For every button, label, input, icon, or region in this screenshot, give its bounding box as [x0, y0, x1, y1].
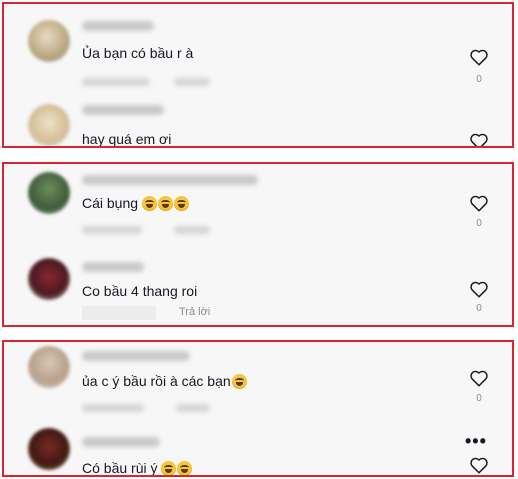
comment-text: Co bầu 4 thang roi [82, 283, 198, 299]
comment-text: Có bầu rùi ý [82, 459, 193, 475]
avatar[interactable] [28, 346, 70, 388]
like-count: 0 [476, 393, 482, 404]
avatar[interactable] [28, 172, 70, 214]
comment-item: Ủa bạn có bầu r à 0 [4, 12, 512, 92]
heart-outline-icon[interactable] [469, 456, 489, 474]
reply-button[interactable] [176, 404, 210, 412]
heart-outline-icon[interactable] [469, 194, 489, 212]
comment-text: ủa c ý bầu rồi à các bạn [82, 372, 247, 390]
avatar[interactable] [28, 104, 70, 146]
comment-date [82, 78, 150, 86]
comment-date [82, 226, 142, 234]
like-count: 0 [476, 218, 482, 229]
grinning-sweat-emoji [177, 461, 193, 475]
comment-item: ủa c ý bầu rồi à các bạn 0 [4, 342, 512, 422]
comment-text: Ủa bạn có bầu r à [82, 45, 194, 61]
comment-item: Cái bụng 0 [4, 166, 512, 246]
like-count: 0 [476, 303, 482, 314]
heart-outline-icon[interactable] [469, 132, 489, 148]
heart-outline-icon[interactable] [469, 280, 489, 298]
grinning-sweat-emoji [161, 461, 177, 475]
avatar[interactable] [28, 428, 70, 470]
username[interactable] [82, 351, 190, 361]
avatar[interactable] [28, 20, 70, 62]
username[interactable] [82, 262, 144, 272]
grinning-sweat-emoji [158, 196, 174, 211]
grinning-sweat-emoji [174, 196, 190, 211]
comment-text: hay quá em ơi [82, 131, 172, 147]
comment-group-1: Ủa bạn có bầu r à 0 hay quá em ơi [2, 2, 514, 148]
username[interactable] [82, 175, 258, 185]
comment-item: Có bầu rùi ý ••• [4, 422, 512, 475]
username[interactable] [82, 21, 154, 31]
grinning-sweat-emoji [142, 196, 158, 211]
heart-outline-icon[interactable] [469, 369, 489, 387]
reply-button[interactable] [174, 78, 210, 86]
comment-text: Cái bụng [82, 194, 190, 212]
username[interactable] [82, 105, 164, 115]
comment-item: hay quá em ơi [4, 96, 512, 148]
username[interactable] [82, 437, 160, 447]
avatar[interactable] [28, 258, 70, 300]
heart-outline-icon[interactable] [469, 48, 489, 66]
reply-button[interactable]: Trả lời [179, 306, 210, 318]
reply-button[interactable] [174, 226, 210, 234]
comment-date [82, 404, 144, 412]
comment-item: Co bầu 4 thang roi Trả lời 0 [4, 248, 512, 325]
comment-group-3: ủa c ý bầu rồi à các bạn 0 Có bầu rùi ý … [2, 340, 514, 477]
more-dots-icon[interactable]: ••• [465, 432, 487, 450]
like-count: 0 [476, 74, 482, 85]
grinning-sweat-emoji [231, 374, 247, 389]
comment-group-2: Cái bụng 0 Co bầu 4 thang roi Trả lời 0 [2, 162, 514, 327]
comment-date [82, 306, 156, 320]
